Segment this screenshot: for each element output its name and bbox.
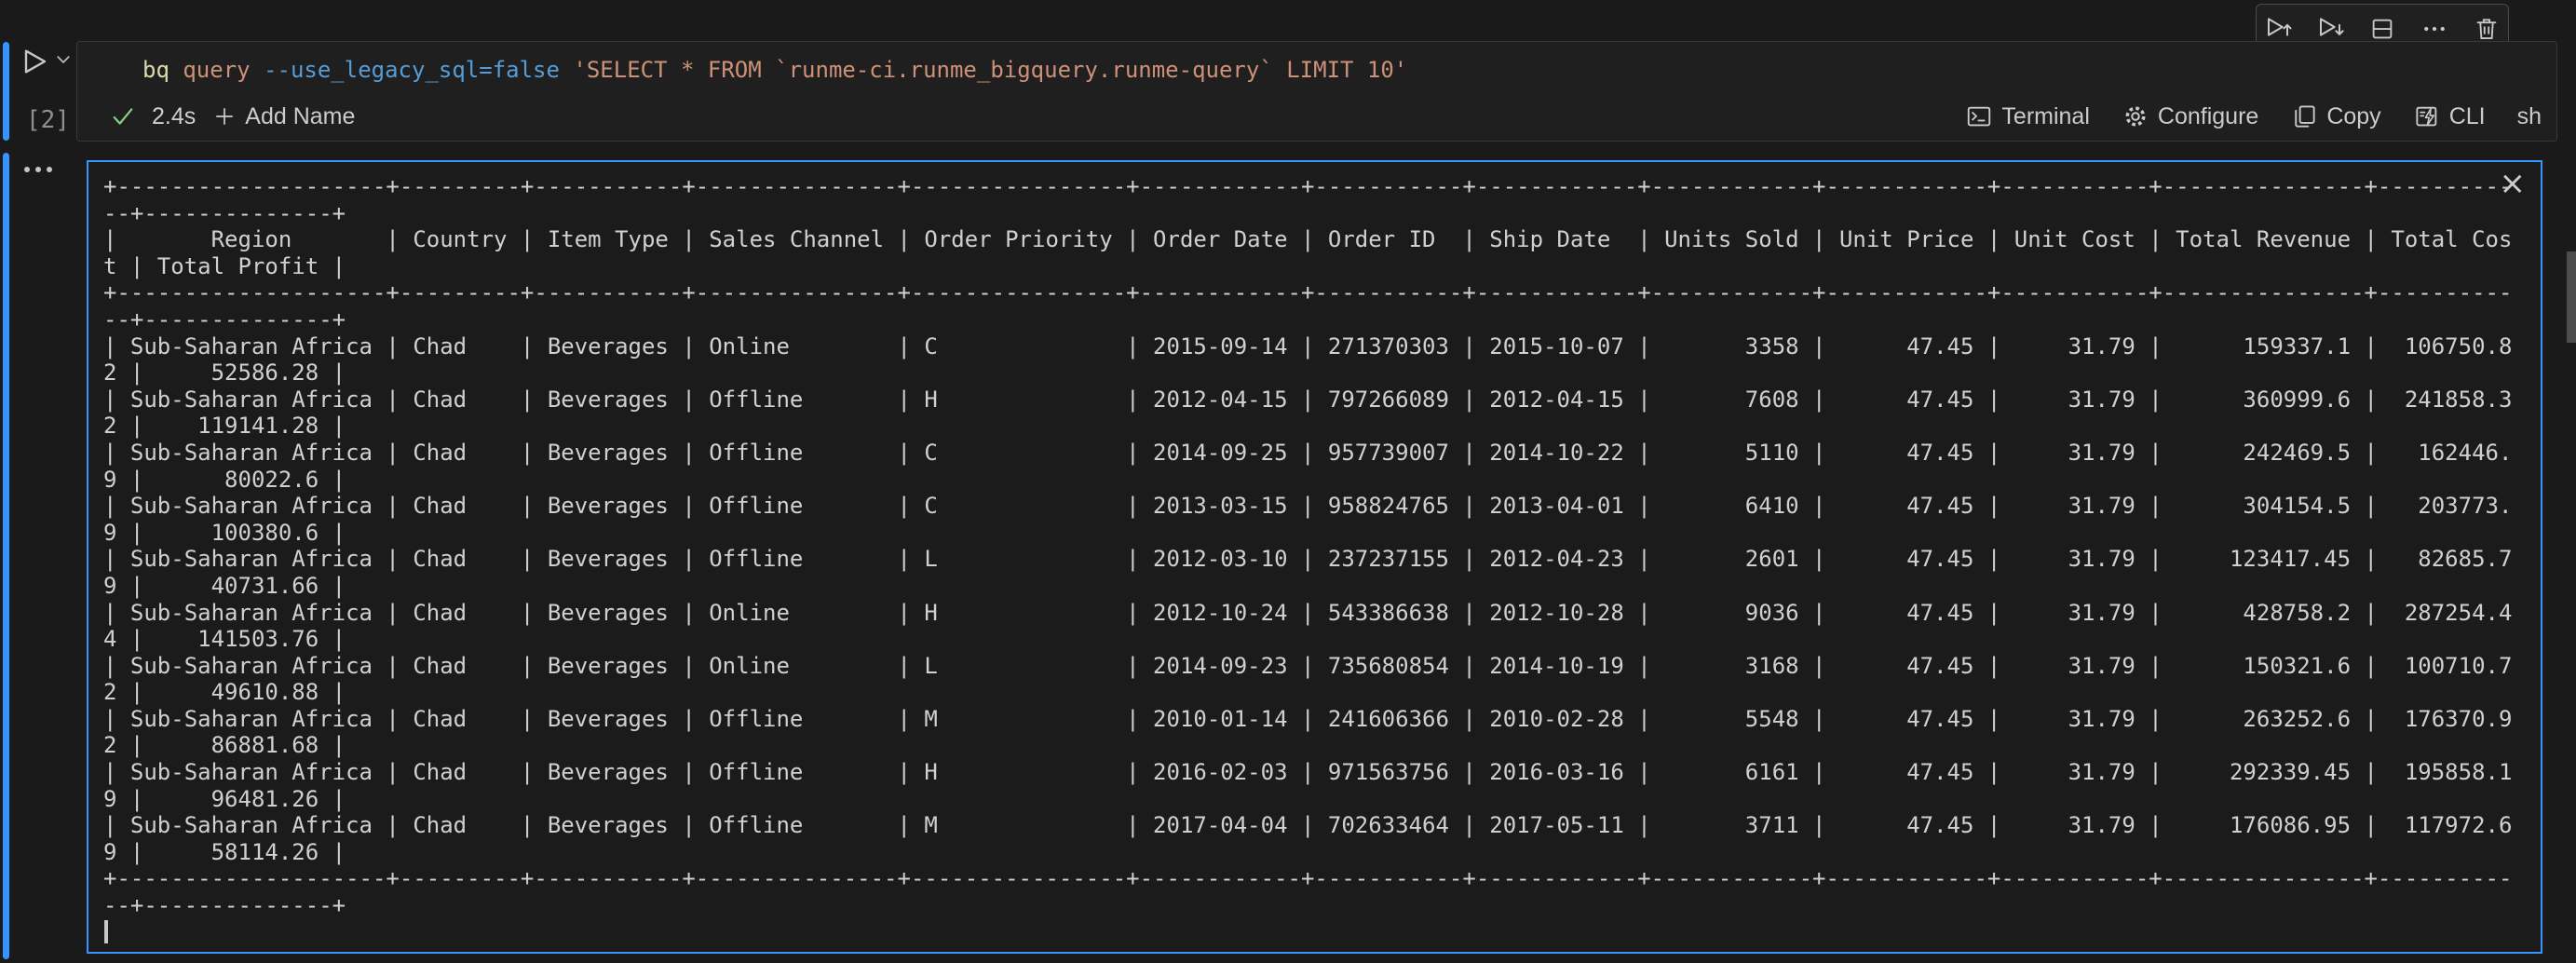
run-cell-button[interactable]: [19, 47, 48, 76]
add-name-label: Add Name: [245, 103, 355, 130]
gear-icon: [2122, 102, 2149, 130]
notebook-editor: { "cell": { "execution_count": "[2]", "c…: [0, 0, 2576, 963]
cell-statusbar: 2.4s Add Name Terminal: [77, 96, 2556, 141]
command-query-string: 'SELECT * FROM `runme-ci.runme_bigquery.…: [573, 57, 1407, 83]
cli-label: CLI: [2449, 103, 2486, 130]
ellipsis-icon: [22, 164, 54, 175]
copy-icon: [2290, 102, 2318, 130]
terminal-button[interactable]: Terminal: [1965, 102, 2089, 130]
play-icon: [19, 47, 48, 76]
configure-label: Configure: [2158, 103, 2258, 130]
terminal-text[interactable]: +--------------------+---------+--------…: [88, 162, 2541, 919]
language-picker[interactable]: sh: [2517, 103, 2542, 130]
execution-count: [2]: [26, 106, 70, 134]
command-editor[interactable]: bq query --use_legacy_sql=false 'SELECT …: [142, 55, 1407, 85]
editor-scrollbar[interactable]: [2567, 251, 2576, 343]
terminal-output-panel: +--------------------+---------+--------…: [87, 160, 2542, 954]
trash-icon: [2473, 15, 2501, 43]
configure-button[interactable]: Configure: [2122, 102, 2258, 130]
command-flag: --use_legacy_sql=false: [264, 57, 560, 83]
terminal-icon: [1965, 102, 1993, 130]
code-cell-focus-indicator: [3, 42, 9, 141]
code-cell: bq query --use_legacy_sql=false 'SELECT …: [76, 41, 2557, 142]
success-check-icon: [111, 104, 135, 129]
output-cell-focus-indicator: [3, 153, 9, 959]
copy-label: Copy: [2326, 103, 2380, 130]
chevron-down-icon: [56, 54, 71, 65]
split-cell-icon: [2368, 15, 2396, 43]
cli-bolt-icon: [2413, 102, 2441, 130]
command-subcommand: query: [183, 57, 250, 83]
output-options-button[interactable]: [22, 164, 54, 175]
add-name-button[interactable]: Add Name: [212, 103, 355, 130]
more-actions-icon: [2420, 15, 2448, 43]
copy-button[interactable]: Copy: [2290, 102, 2380, 130]
execute-below-icon: [2315, 14, 2345, 44]
terminal-label: Terminal: [2001, 103, 2089, 130]
plus-icon: [212, 104, 237, 129]
run-options-chevron[interactable]: [56, 54, 71, 65]
command-program: bq: [142, 57, 169, 83]
execution-duration: 2.4s: [152, 103, 196, 130]
cli-button[interactable]: CLI: [2413, 102, 2486, 130]
run-cell-group: [19, 47, 71, 76]
execute-above-icon: [2263, 14, 2293, 44]
terminal-cursor: [104, 920, 108, 943]
close-output-icon[interactable]: ×: [2500, 168, 2527, 199]
